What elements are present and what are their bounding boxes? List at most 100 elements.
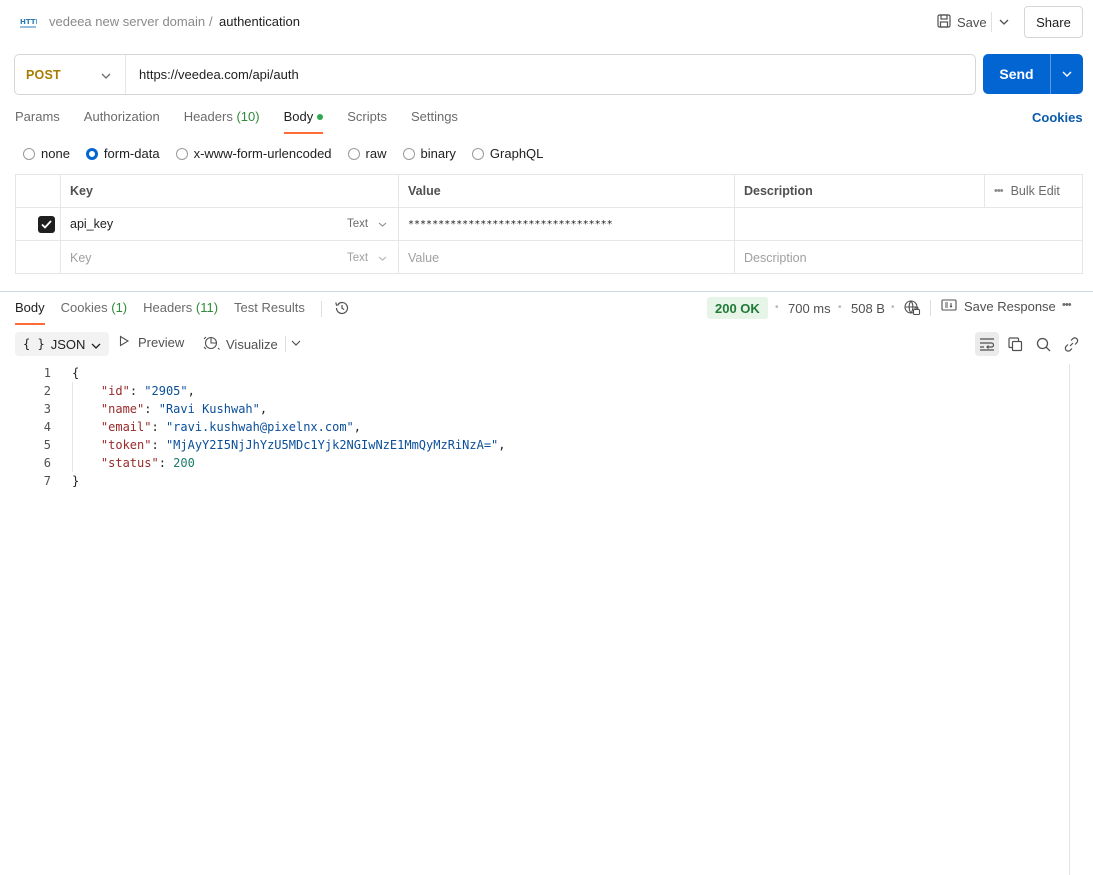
send-button-group: Send [983, 54, 1083, 94]
cookies-count: (1) [111, 300, 128, 315]
svg-text:HTTP: HTTP [20, 18, 37, 26]
more-horizontal-icon: ••• [994, 185, 1004, 197]
radio-circle-icon [175, 147, 188, 160]
preview-button[interactable]: Preview [118, 335, 184, 350]
radio-binary[interactable]: binary [402, 146, 456, 161]
new-row-checkbox-cell [16, 241, 61, 274]
row-checkbox[interactable] [16, 208, 61, 240]
radio-graphql[interactable]: GraphQL [471, 146, 543, 161]
radio-selected-icon [85, 147, 98, 160]
visualize-icon [203, 335, 220, 354]
row-value-input[interactable]: ********************************** [399, 208, 735, 240]
save-options-chevron-down-icon[interactable] [995, 10, 1013, 34]
more-options-icon[interactable]: ••• [1062, 299, 1072, 311]
chevron-down-icon [91, 337, 101, 352]
radio-form-data[interactable]: form-data [85, 146, 160, 161]
cookies-link[interactable]: Cookies [1032, 110, 1083, 125]
body-type-radio-group: none form-data x-www-form-urlencoded raw… [23, 146, 559, 161]
line-number: 2 [43, 384, 51, 398]
send-options-chevron-down-icon[interactable] [1051, 54, 1083, 94]
chevron-down-icon [378, 252, 387, 264]
json-key: "status" [100, 456, 159, 470]
method-select[interactable]: POST [15, 55, 126, 94]
line-number: 4 [43, 420, 51, 434]
chevron-down-icon [101, 67, 111, 82]
save-icon [937, 13, 951, 31]
share-button[interactable]: Share [1024, 6, 1083, 38]
radio-none[interactable]: none [23, 146, 70, 161]
network-globe-lock-icon[interactable] [903, 299, 921, 320]
code-line: "token": "MjAyY2I5NjJhYzU5MDc1Yjk2NGIwNz… [100, 438, 506, 452]
tab-settings[interactable]: Settings [411, 109, 458, 133]
request-response-splitter[interactable] [0, 291, 1093, 292]
meta-separator: • [838, 302, 842, 313]
radio-circle-icon [23, 147, 35, 160]
tab-params[interactable]: Params [15, 109, 60, 133]
row-type-select[interactable]: Text [338, 208, 399, 240]
method-label: POST [26, 67, 61, 82]
checkbox-checked-icon [38, 215, 55, 233]
radio-circle-icon [402, 147, 415, 160]
wrap-lines-icon[interactable] [975, 332, 999, 356]
save-response-icon [941, 299, 957, 314]
table-row: api_key Text ***************************… [16, 208, 1082, 241]
breadcrumb-request-name[interactable]: authentication [219, 14, 300, 29]
row-description-input[interactable] [735, 208, 1082, 240]
new-description-input[interactable]: Description [735, 241, 1082, 274]
tab-authorization[interactable]: Authorization [84, 109, 160, 133]
tab-body[interactable]: Body [283, 109, 324, 134]
json-value: "Ravi Kushwah" [158, 402, 260, 416]
new-key-input[interactable]: Key [61, 241, 338, 274]
radio-circle-icon [347, 147, 360, 160]
line-number: 1 [43, 366, 51, 380]
radio-circle-icon [471, 147, 484, 160]
response-tab-test-results[interactable]: Test Results [234, 300, 305, 324]
json-value: "ravi.kushwah@pixelnx.com" [165, 420, 354, 434]
body-modified-dot-icon [317, 113, 324, 120]
url-input[interactable] [126, 55, 975, 94]
response-time[interactable]: 700 ms [788, 301, 831, 316]
save-button[interactable]: Save [931, 8, 993, 36]
json-value: 200 [173, 456, 195, 470]
table-header-key: Key [61, 175, 399, 207]
row-key-input[interactable]: api_key [61, 208, 338, 240]
code-line: "email": "ravi.kushwah@pixelnx.com", [100, 420, 362, 434]
new-value-input[interactable]: Value [399, 241, 735, 274]
code-line: { [72, 366, 80, 380]
tab-headers[interactable]: Headers (10) [184, 109, 260, 133]
response-tab-body[interactable]: Body [15, 300, 45, 325]
response-size[interactable]: 508 B [851, 301, 885, 316]
code-line: "id": "2905", [100, 384, 195, 398]
breadcrumb-separator: / [209, 14, 213, 29]
table-header-value: Value [399, 175, 735, 207]
line-number: 6 [43, 456, 51, 470]
bulk-edit-button[interactable]: ••• Bulk Edit [985, 175, 1082, 207]
radio-raw[interactable]: raw [347, 146, 387, 161]
response-scrollbar[interactable] [1069, 364, 1070, 875]
json-key: "email" [100, 420, 152, 434]
form-data-table: Key Value Description ••• Bulk Edit api_… [15, 174, 1083, 274]
tab-headers-count: (10) [236, 109, 260, 124]
table-header-description: Description [735, 175, 985, 207]
new-type-select[interactable]: Text [338, 241, 399, 274]
radio-x-www-form-urlencoded[interactable]: x-www-form-urlencoded [175, 146, 332, 161]
response-tab-headers[interactable]: Headers (11) [143, 300, 218, 324]
breadcrumb-collection[interactable]: vedeea new server domain [49, 14, 205, 29]
status-badge[interactable]: 200 OK [707, 297, 768, 319]
request-tabs: Params Authorization Headers (10) Body S… [15, 109, 482, 134]
visualize-options-chevron-down-icon[interactable] [290, 336, 302, 353]
response-tab-cookies[interactable]: Cookies (1) [61, 300, 127, 324]
response-format-select[interactable]: { } JSON [15, 332, 110, 356]
copy-icon[interactable] [1003, 332, 1027, 356]
tab-scripts[interactable]: Scripts [347, 109, 387, 133]
json-value: "2905" [144, 384, 188, 398]
response-tabs: Body Cookies (1) Headers (11) Test Resul… [15, 300, 350, 325]
json-value: "MjAyY2I5NjJhYzU5MDc1Yjk2NGIwNzE1MmQyMzR… [165, 438, 499, 452]
save-response-button[interactable]: Save Response [941, 299, 1056, 314]
search-icon[interactable] [1031, 332, 1055, 356]
send-button[interactable]: Send [983, 54, 1050, 94]
history-icon[interactable] [334, 300, 350, 319]
link-icon[interactable] [1059, 332, 1083, 356]
visualize-button[interactable]: Visualize [203, 335, 278, 354]
table-header-checkbox-cell [16, 175, 61, 207]
